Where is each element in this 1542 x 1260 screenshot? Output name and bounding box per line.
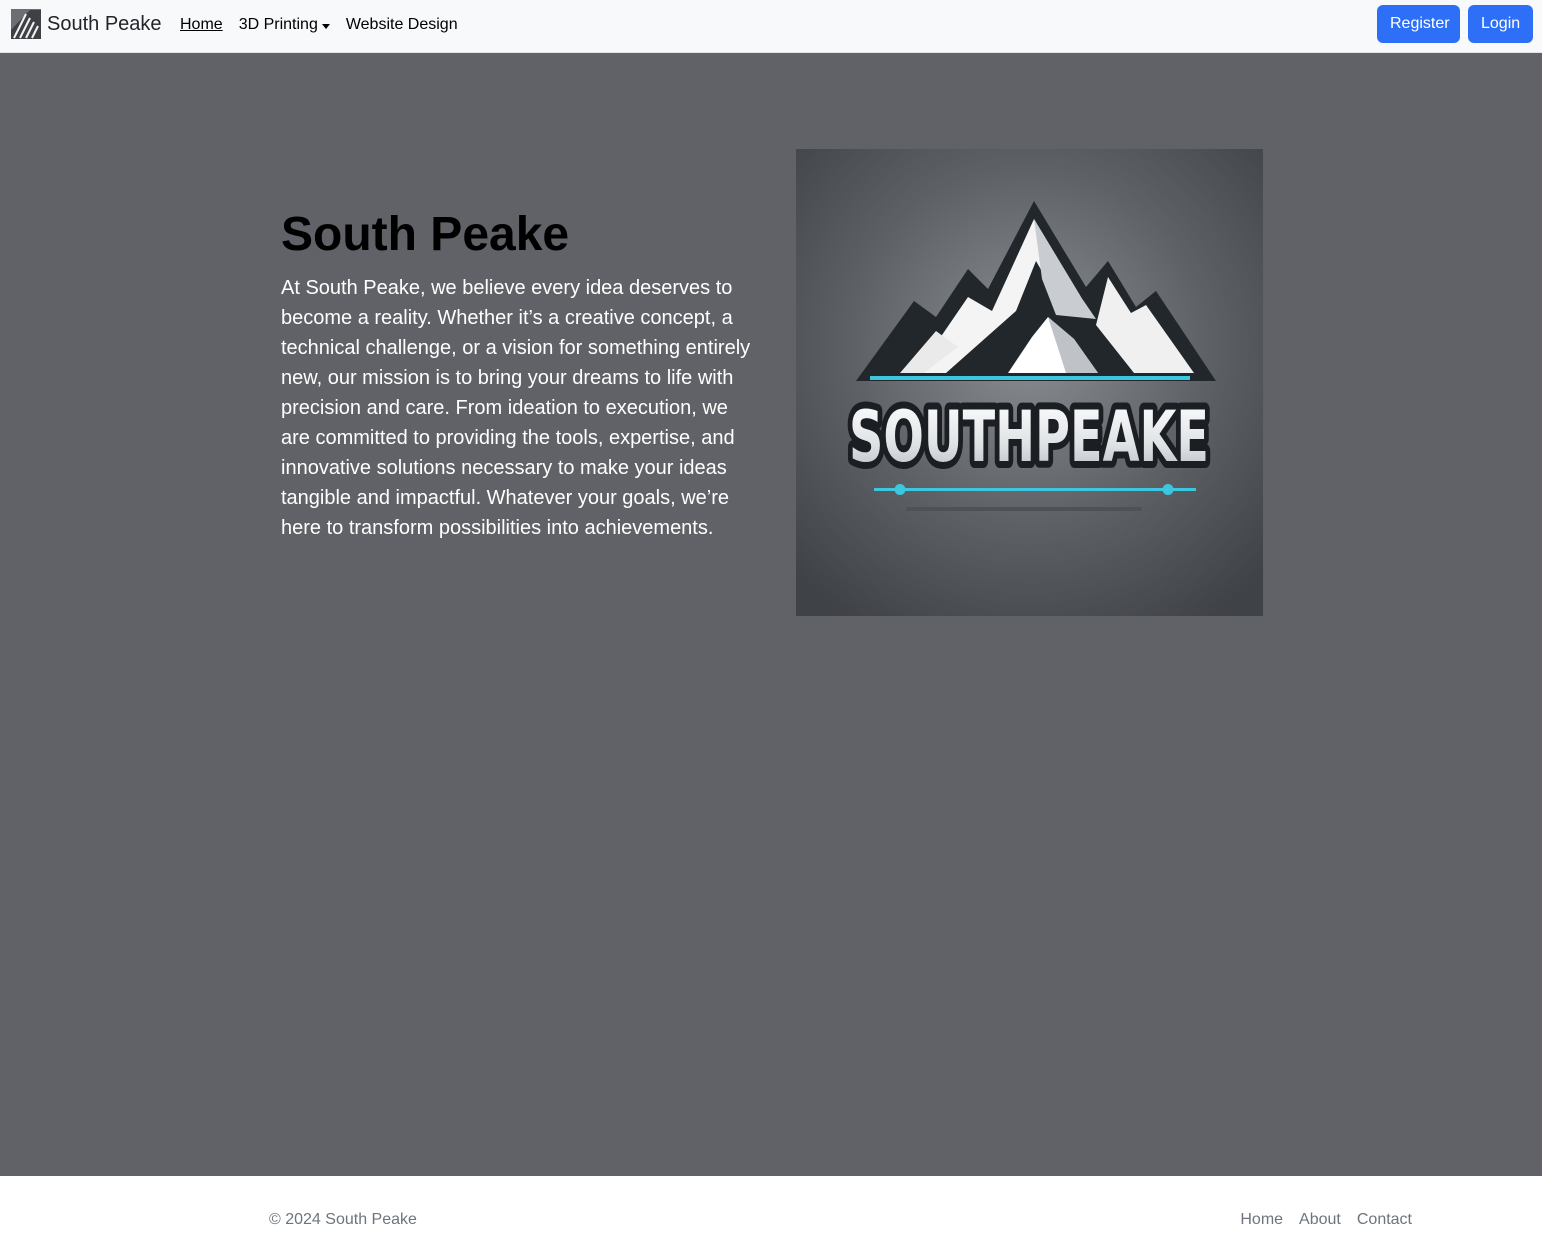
caret-down-icon [321, 23, 330, 29]
main-nav: Home 3D Printing Website Design [180, 14, 474, 36]
footer-contact-link[interactable]: Contact [1357, 1211, 1412, 1229]
south-peake-logo-image: SOUTHPEAKE SOUTHPEAKE [796, 149, 1263, 616]
logo-wordmark: SOUTHPEAKE [849, 396, 1209, 478]
footer-copyright: © 2024 South Peake [269, 1211, 417, 1228]
footer-home-link[interactable]: Home [1240, 1211, 1283, 1229]
footer-about-link[interactable]: About [1299, 1211, 1341, 1229]
nav-3d-printing-label: 3D Printing [238, 16, 318, 33]
login-button[interactable]: Login [1468, 5, 1533, 43]
nav-home-link[interactable]: Home [180, 16, 223, 34]
register-button[interactable]: Register [1377, 5, 1460, 43]
footer-nav: Home About Contact [1224, 1211, 1412, 1229]
page-footer: © 2024 South Peake Home About Contact [0, 1176, 1542, 1260]
mountain-logo-icon [11, 9, 41, 39]
top-navbar: South Peake Home 3D Printing Website Des… [0, 0, 1542, 53]
hero-description: At South Peake, we believe every idea de… [281, 277, 751, 539]
nav-3d-printing-dropdown[interactable]: 3D Printing [239, 16, 330, 34]
brand-name: South Peake [47, 12, 162, 35]
nav-website-design-link[interactable]: Website Design [346, 16, 458, 34]
hero-title: South Peake [281, 208, 570, 261]
brand-link[interactable]: South Peake [11, 9, 162, 39]
